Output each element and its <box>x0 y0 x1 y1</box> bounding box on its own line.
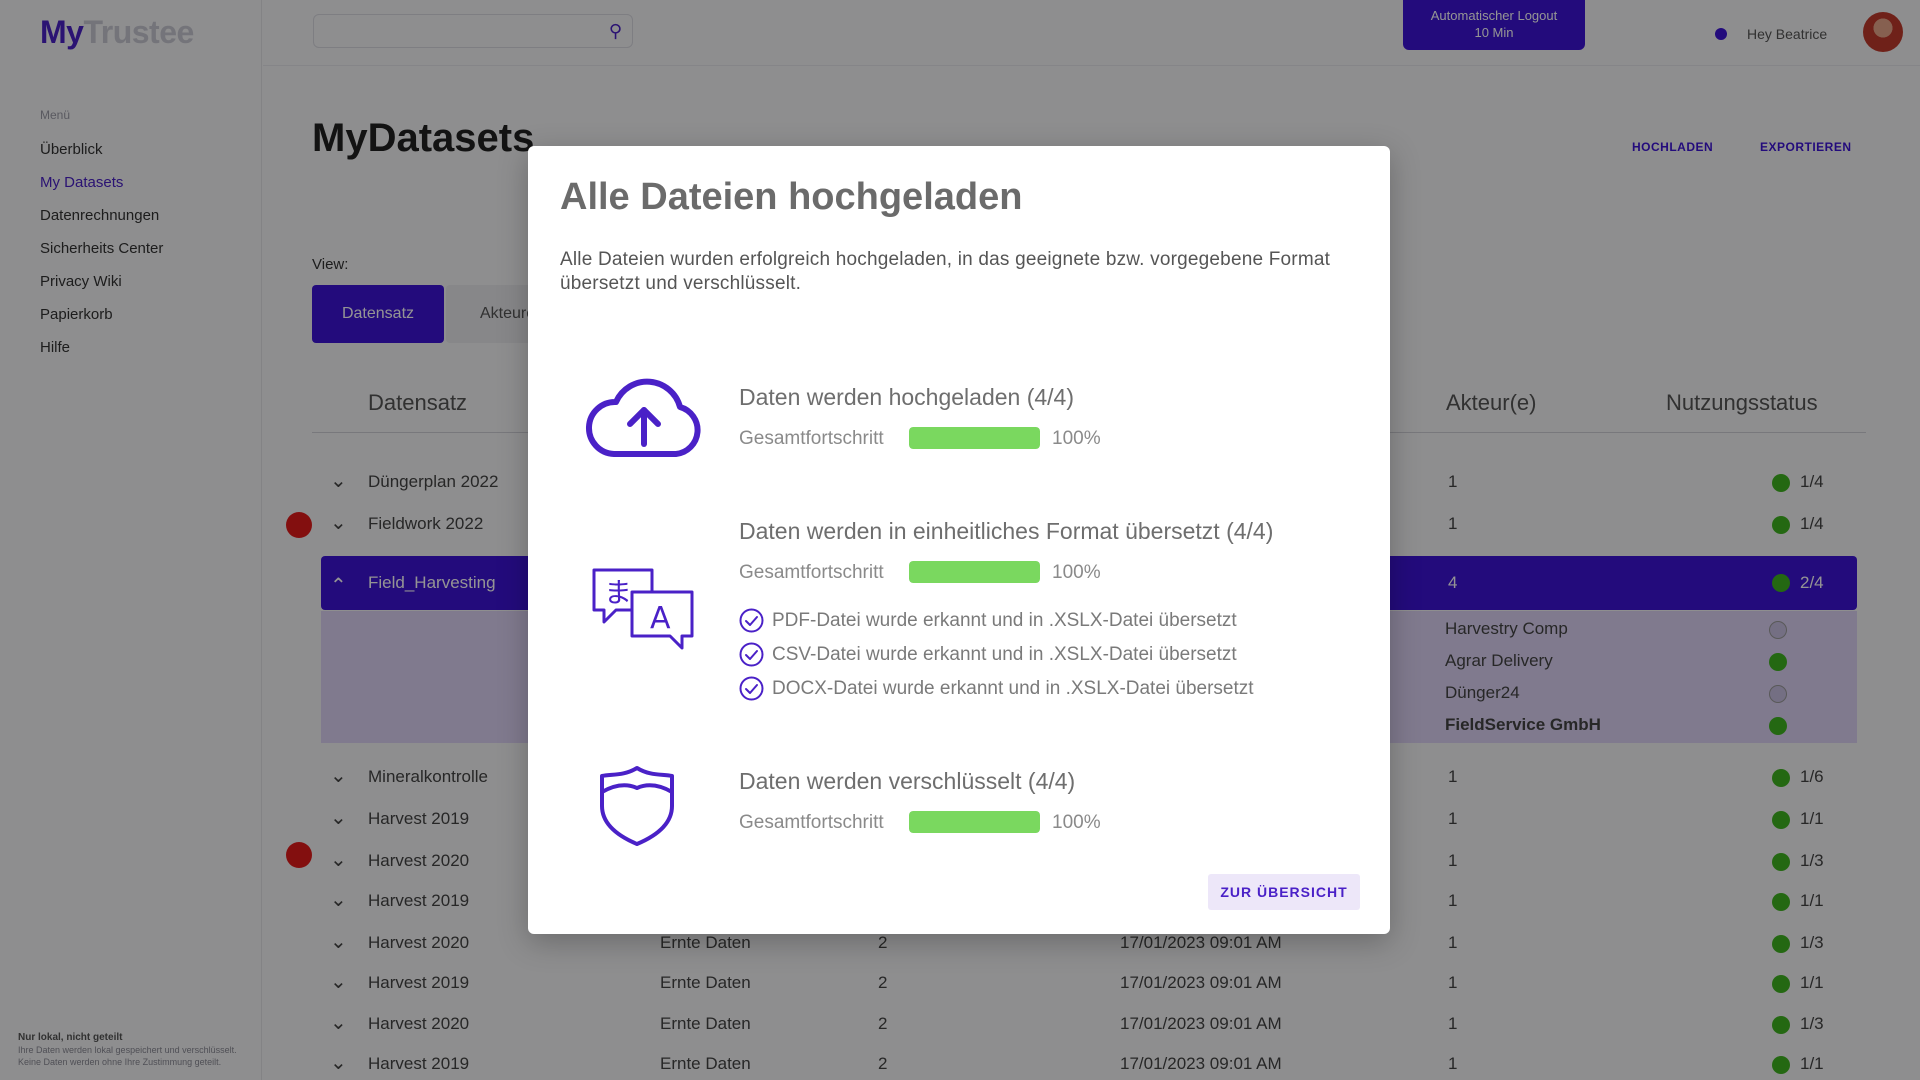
check-circle-icon <box>739 676 764 701</box>
translate-icon: ま A <box>592 568 694 650</box>
check-item-text: CSV-Datei wurde erkannt und in .XSLX-Dat… <box>772 644 1237 665</box>
step-upload-progress-percent: 100% <box>1052 428 1101 449</box>
check-circle-icon <box>739 642 764 667</box>
upload-complete-dialog: Alle Dateien hochgeladen Alle Dateien wu… <box>528 146 1390 934</box>
progress-fill <box>909 811 1040 833</box>
step-translate-progress-bar <box>909 561 1040 583</box>
step-encrypt-progress-percent: 100% <box>1052 812 1101 833</box>
step-encrypt-progress-bar <box>909 811 1040 833</box>
shield-icon <box>600 766 674 846</box>
step-upload-progress-label: Gesamtfortschritt <box>739 428 884 449</box>
cloud-upload-icon <box>586 378 701 457</box>
svg-text:ま: ま <box>604 576 632 609</box>
dialog-title: Alle Dateien hochgeladen <box>560 176 1023 218</box>
check-item-text: DOCX-Datei wurde erkannt und in .XSLX-Da… <box>772 678 1254 699</box>
step-translate-progress-label: Gesamtfortschritt <box>739 562 884 583</box>
step-upload-progress-bar <box>909 427 1040 449</box>
dialog-description: Alle Dateien wurden erfolgreich hochgela… <box>560 249 1331 294</box>
step-translate-title: Daten werden in einheitliches Format übe… <box>739 518 1274 544</box>
step-encrypt-progress-label: Gesamtfortschritt <box>739 812 884 833</box>
svg-text:A: A <box>650 601 671 636</box>
progress-fill <box>909 561 1040 583</box>
check-circle-icon <box>739 608 764 633</box>
step-upload-title: Daten werden hochgeladen (4/4) <box>739 384 1075 410</box>
step-encrypt-title: Daten werden verschlüsselt (4/4) <box>739 768 1076 794</box>
to-overview-button[interactable]: ZUR ÜBERSICHT <box>1208 874 1360 910</box>
progress-fill <box>909 427 1040 449</box>
step-translate-progress-percent: 100% <box>1052 562 1101 583</box>
check-item-text: PDF-Datei wurde erkannt und in .XSLX-Dat… <box>772 610 1237 631</box>
